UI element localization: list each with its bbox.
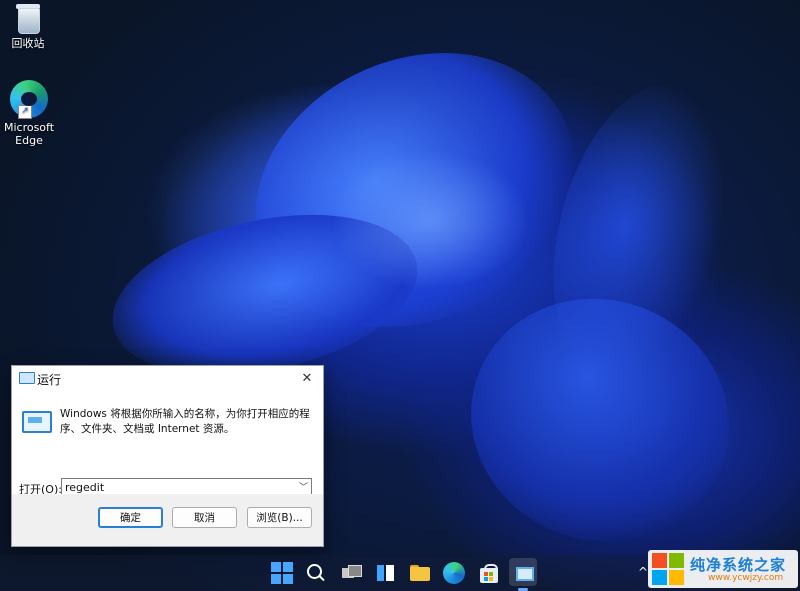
widgets-icon[interactable]: [375, 562, 397, 584]
watermark: 纯净系统之家 www.ycwjzy.com: [648, 550, 798, 588]
desktop-icon-label: Edge: [15, 134, 43, 147]
close-button[interactable]: ✕: [291, 366, 323, 392]
dialog-button-row: 确定 取消 浏览(B)...: [12, 494, 323, 546]
windows-logo-icon: [652, 553, 684, 585]
run-dialog: 运行 ✕ Windows 将根据你所输入的名称，为你打开相应的程序、文件夹、文档…: [11, 365, 324, 547]
recycle-bin-icon: [15, 2, 41, 34]
desktop-icon-recycle-bin[interactable]: 回收站: [0, 2, 60, 50]
browse-button[interactable]: 浏览(B)...: [247, 507, 312, 528]
desktop-icon-label: Microsoft: [3, 121, 55, 134]
watermark-title: 纯净系统之家: [690, 556, 787, 574]
show-hidden-icons-chevron-icon[interactable]: ^: [638, 565, 648, 579]
wallpaper-petal: [330, 150, 530, 290]
desktop-icon-label: 回收站: [11, 37, 45, 50]
ok-button[interactable]: 确定: [98, 507, 163, 528]
desktop-icon-edge[interactable]: ↗ Microsoft Edge: [0, 80, 61, 147]
search-icon[interactable]: [305, 562, 327, 584]
edge-icon: ↗: [10, 80, 48, 119]
shortcut-arrow-icon: ↗: [18, 105, 32, 119]
run-program-icon: [22, 411, 52, 433]
file-explorer-icon[interactable]: [409, 562, 431, 584]
dialog-description: Windows 将根据你所输入的名称，为你打开相应的程序、文件夹、文档或 Int…: [60, 408, 310, 435]
run-taskbar-icon[interactable]: [509, 558, 537, 591]
run-app-icon: [19, 372, 35, 384]
cancel-button[interactable]: 取消: [172, 507, 237, 528]
watermark-url: www.ycwjzy.com: [708, 573, 784, 583]
dialog-body: Windows 将根据你所输入的名称，为你打开相应的程序、文件夹、文档或 Int…: [12, 392, 323, 496]
start-button-icon[interactable]: [271, 562, 293, 584]
store-icon[interactable]: [478, 562, 500, 584]
task-view-icon[interactable]: [340, 562, 362, 584]
open-input-value[interactable]: regedit: [65, 481, 104, 494]
dialog-title: 运行: [37, 373, 62, 387]
dialog-titlebar[interactable]: 运行 ✕: [12, 366, 323, 392]
edge-taskbar-icon[interactable]: [443, 562, 465, 584]
